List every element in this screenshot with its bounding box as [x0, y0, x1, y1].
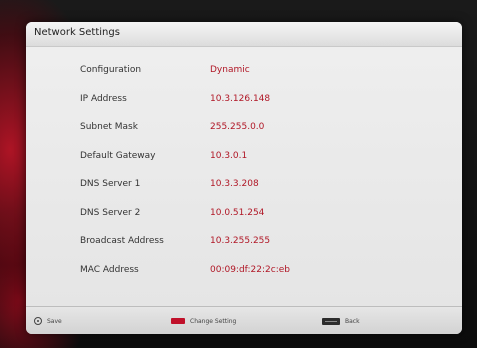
title-bar: Network Settings: [26, 22, 462, 47]
setting-value: 10.3.0.1: [210, 150, 248, 161]
setting-value: 10.3.255.255: [210, 236, 271, 246]
setting-row-dns-server-1[interactable]: DNS Server 1 10.3.3.208: [26, 176, 462, 205]
change-setting-label: Change Setting: [190, 317, 237, 325]
setting-label: Configuration: [80, 65, 142, 75]
setting-row-mac-address[interactable]: MAC Address 00:09:df:22:2c:eb: [26, 262, 462, 291]
network-settings-dialog: Network Settings Configuration Dynamic I…: [26, 22, 462, 334]
dialog-title: Network Settings: [34, 27, 120, 38]
back-button[interactable]: Back: [322, 316, 360, 326]
setting-label: Subnet Mask: [80, 122, 138, 132]
settings-list: Configuration Dynamic IP Address 10.3.12…: [26, 62, 462, 290]
red-button-icon: [171, 318, 185, 324]
change-setting-button[interactable]: Change Setting: [171, 316, 236, 326]
setting-label: DNS Server 2: [80, 207, 141, 218]
setting-value: 00:09:df:22:2c:eb: [210, 264, 291, 275]
setting-label: IP Address: [80, 93, 127, 104]
setting-row-dns-server-2[interactable]: DNS Server 2 10.0.51.254: [26, 205, 462, 234]
setting-row-subnet-mask[interactable]: Subnet Mask 255.255.0.0: [26, 119, 462, 148]
return-button-icon: [322, 317, 340, 325]
save-button[interactable]: Save: [34, 316, 62, 326]
setting-row-ip-address[interactable]: IP Address 10.3.126.148: [26, 91, 462, 120]
save-label: Save: [47, 317, 62, 325]
setting-row-configuration[interactable]: Configuration Dynamic: [26, 62, 462, 91]
setting-row-default-gateway[interactable]: Default Gateway 10.3.0.1: [26, 148, 462, 177]
setting-label: Default Gateway: [80, 150, 156, 161]
back-label: Back: [345, 317, 360, 325]
ok-button-icon: [34, 317, 42, 325]
setting-label: MAC Address: [80, 264, 139, 275]
setting-value: 255.255.0.0: [210, 122, 265, 132]
setting-value: 10.0.51.254: [210, 207, 265, 218]
footer-bar: Save Change Setting Back: [26, 306, 462, 334]
setting-label: Broadcast Address: [80, 236, 164, 246]
setting-row-broadcast-address[interactable]: Broadcast Address 10.3.255.255: [26, 233, 462, 262]
setting-value: Dynamic: [210, 65, 250, 75]
setting-value: 10.3.126.148: [210, 93, 271, 104]
setting-value: 10.3.3.208: [210, 179, 259, 189]
setting-label: DNS Server 1: [80, 179, 141, 189]
